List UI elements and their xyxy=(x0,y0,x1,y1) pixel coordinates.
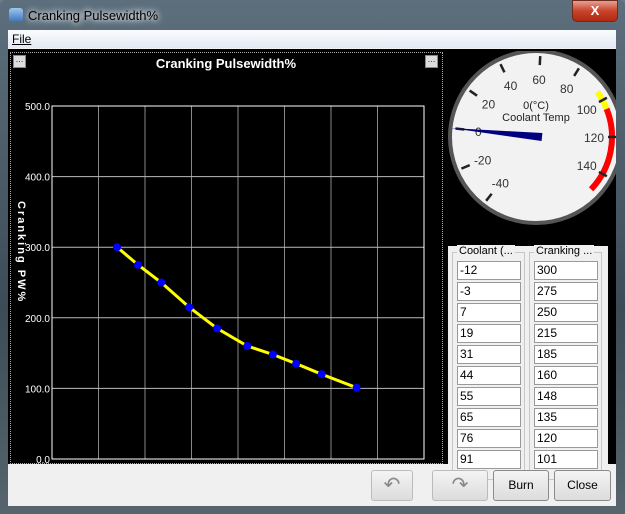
gauge-tick-label: 140 xyxy=(577,159,597,173)
chart-options-right-button[interactable]: … xyxy=(425,55,438,68)
coolant-cell[interactable]: -12 xyxy=(457,261,521,280)
redo-icon: ↷ xyxy=(451,474,469,496)
gauge-tick-label: 120 xyxy=(584,131,604,145)
cranking-cell[interactable]: 135 xyxy=(534,408,598,427)
cranking-cell[interactable]: 101 xyxy=(534,450,598,469)
undo-icon: ↶ xyxy=(383,474,401,496)
gauge-value: 0(°C) xyxy=(523,100,549,112)
cranking-cell[interactable]: 120 xyxy=(534,429,598,448)
chart-panel: … … Cranking Pulsewidth%-40.0-20.00.020.… xyxy=(10,52,443,487)
data-point xyxy=(352,383,361,392)
cranking-cell[interactable]: 215 xyxy=(534,324,598,343)
y-tick-label: 500.0 xyxy=(25,102,50,113)
cranking-cell[interactable]: 160 xyxy=(534,366,598,385)
window: Cranking Pulsewidth% X File … … Cranking… xyxy=(0,0,625,514)
cranking-cell[interactable]: 185 xyxy=(534,345,598,364)
data-point xyxy=(113,243,122,252)
gauge-label: Coolant Temp xyxy=(502,112,570,124)
cranking-column: Cranking ... 300 275 250 215 185 160 148 135 120 1… xyxy=(529,245,602,480)
coolant-cell[interactable]: 65 xyxy=(457,408,521,427)
gauge-tick-label: -40 xyxy=(492,177,510,191)
coolant-cell[interactable]: 19 xyxy=(457,324,521,343)
coolant-cell[interactable]: 7 xyxy=(457,303,521,322)
burn-button[interactable]: Burn xyxy=(493,470,549,501)
close-button[interactable]: Close xyxy=(554,470,611,501)
gauge-tick-label: -20 xyxy=(474,154,492,168)
window-close-button[interactable]: X xyxy=(572,0,618,22)
coolant-gauge: -40-200204060801001201400(°C)Coolant Tem… xyxy=(448,51,616,225)
cranking-header: Cranking ... xyxy=(534,245,595,257)
coolant-cell[interactable]: -3 xyxy=(457,282,521,301)
cranking-cell[interactable]: 275 xyxy=(534,282,598,301)
menu-bar: File xyxy=(8,30,616,48)
y-tick-label: 400.0 xyxy=(25,173,50,184)
data-point xyxy=(317,370,326,379)
gauge-tick-label: 20 xyxy=(482,98,496,112)
undo-button[interactable]: ↶ xyxy=(371,470,413,501)
gauge-tick-label: 60 xyxy=(532,73,546,87)
cranking-cell[interactable]: 300 xyxy=(534,261,598,280)
data-point xyxy=(292,359,301,368)
y-axis-label: Cranking PW% xyxy=(15,201,27,303)
gauge-tick-label: 80 xyxy=(560,82,574,96)
coolant-cell[interactable]: 31 xyxy=(457,345,521,364)
coolant-cell[interactable]: 44 xyxy=(457,366,521,385)
data-point xyxy=(134,260,143,269)
cranking-cell[interactable]: 148 xyxy=(534,387,598,406)
cranking-cell[interactable]: 250 xyxy=(534,303,598,322)
coolant-cell[interactable]: 91 xyxy=(457,450,521,469)
client-area: File … … Cranking Pulsewidth%-40.0-20.00… xyxy=(8,30,616,506)
chart-options-left-button[interactable]: … xyxy=(13,55,26,68)
redo-button[interactable]: ↷ xyxy=(432,470,488,501)
data-point xyxy=(268,350,277,359)
coolant-header: Coolant (... xyxy=(457,245,515,257)
gauge-tick-label: 100 xyxy=(577,103,597,117)
window-title: Cranking Pulsewidth% xyxy=(28,8,159,23)
gauge-tick-label: 40 xyxy=(504,79,518,93)
y-tick-label: 0.0 xyxy=(36,455,50,463)
coolant-cell[interactable]: 55 xyxy=(457,387,521,406)
app-icon xyxy=(9,8,23,22)
y-tick-label: 300.0 xyxy=(25,243,50,254)
chart-title: Cranking Pulsewidth% xyxy=(156,56,297,71)
coolant-cell[interactable]: 76 xyxy=(457,429,521,448)
y-tick-label: 100.0 xyxy=(25,384,50,395)
menu-file[interactable]: File xyxy=(12,32,31,46)
main-panel: … … Cranking Pulsewidth%-40.0-20.00.020.… xyxy=(8,49,616,487)
chart: Cranking Pulsewidth%-40.0-20.00.020.040.… xyxy=(15,56,437,487)
data-point xyxy=(185,303,194,312)
data-point xyxy=(213,324,222,333)
data-point xyxy=(157,278,166,287)
table-panel: Coolant (... -12 -3 7 19 31 44 55 65 76 91 Crankin… xyxy=(448,245,608,482)
coolant-column: Coolant (... -12 -3 7 19 31 44 55 65 76 91 xyxy=(452,245,525,480)
data-point xyxy=(243,342,252,351)
y-tick-label: 200.0 xyxy=(25,314,50,325)
